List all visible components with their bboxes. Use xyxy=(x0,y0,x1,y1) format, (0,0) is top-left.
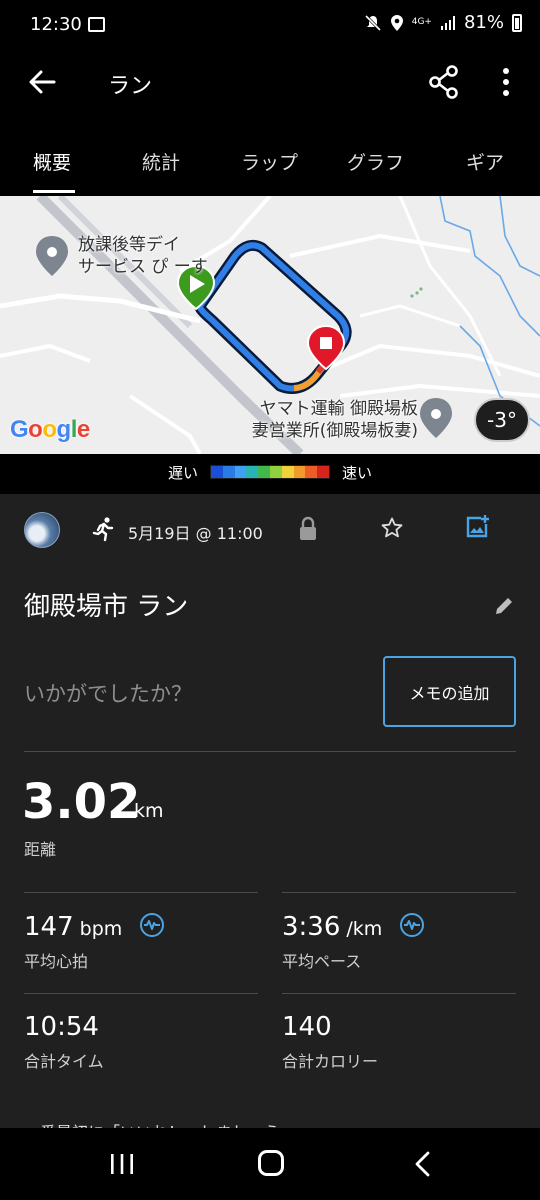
share-icon[interactable] xyxy=(424,64,464,100)
total-calories-stat[interactable]: 140 合計カロリー xyxy=(282,1012,378,1072)
temperature-badge: -3° xyxy=(474,398,530,442)
battery-icon xyxy=(512,13,522,32)
google-logo: Google xyxy=(10,416,90,443)
image-notification-icon xyxy=(88,17,105,32)
home-icon[interactable] xyxy=(258,1150,284,1176)
avg-heart-rate-stat[interactable]: 147 bpm 平均心拍 xyxy=(24,912,165,972)
tab-gear[interactable]: ギア xyxy=(466,148,504,175)
distance-label: 距離 xyxy=(24,840,57,859)
speed-color-scale xyxy=(210,465,330,479)
legend-slow-label: 遅い xyxy=(168,464,199,482)
divider xyxy=(282,892,516,893)
speed-legend: 遅い 速い xyxy=(0,454,540,494)
status-time: 12:30 xyxy=(30,14,82,35)
tab-graph[interactable]: グラフ xyxy=(347,148,404,175)
tab-bar: 概要 統計 ラップ グラフ ギア xyxy=(0,132,540,196)
page-title: ラン xyxy=(108,74,153,99)
speed-color-swatch xyxy=(305,466,318,478)
signal-icon xyxy=(440,15,455,30)
mute-icon xyxy=(364,14,381,31)
total-time-stat[interactable]: 10:54 合計タイム xyxy=(24,1012,104,1072)
distance-unit: km xyxy=(134,800,164,822)
back-arrow-icon[interactable] xyxy=(24,64,60,100)
speed-color-swatch xyxy=(269,466,282,478)
activity-title[interactable]: 御殿場市 ラン xyxy=(24,586,188,623)
activity-meta-row: 5月19日 @ 11:00 xyxy=(0,504,540,558)
recents-icon[interactable] xyxy=(108,1152,136,1176)
edit-pencil-icon[interactable] xyxy=(492,594,516,618)
star-icon[interactable] xyxy=(380,516,404,540)
add-photo-icon[interactable] xyxy=(464,514,490,540)
total-time-label: 合計タイム xyxy=(24,1052,104,1071)
total-calories-value: 140 xyxy=(282,1012,332,1042)
status-bar: 12:30 4G+ 81% xyxy=(0,0,540,52)
avg-hr-value: 147 xyxy=(24,912,74,942)
place-name-line1: 放課後等デイ xyxy=(78,235,180,255)
pace-zone-icon xyxy=(399,913,424,937)
heart-rate-icon xyxy=(139,913,164,937)
total-time-value: 10:54 xyxy=(24,1012,99,1042)
speed-color-swatch xyxy=(293,466,306,478)
location-icon xyxy=(390,14,403,31)
speed-color-swatch xyxy=(281,466,294,478)
speed-color-swatch xyxy=(222,466,235,478)
lock-icon[interactable] xyxy=(298,516,318,542)
status-icons: 4G+ 81% xyxy=(364,12,522,33)
divider xyxy=(24,751,516,752)
speed-color-swatch xyxy=(234,466,247,478)
place-name-line2: 妻営業所(御殿場板妻) xyxy=(251,421,418,441)
activity-summary: 5月19日 @ 11:00 御殿場市 ラン いかがでしたか？ メモの追加 3.0… xyxy=(0,494,540,1128)
speed-color-swatch xyxy=(317,466,329,478)
avg-pace-stat[interactable]: 3:36/km 平均ペース xyxy=(282,912,425,972)
place-name-line2: サービス ぴ ーす xyxy=(78,257,208,277)
total-calories-label: 合計カロリー xyxy=(282,1052,379,1071)
activity-date: 5月19日 @ 11:00 xyxy=(128,524,263,543)
app-bar: ラン xyxy=(0,52,540,114)
running-icon xyxy=(92,517,114,542)
avg-hr-label: 平均心拍 xyxy=(24,952,89,971)
place-name-line1: ヤマト運輸 御殿場板 xyxy=(259,399,418,419)
more-vert-icon[interactable] xyxy=(494,64,518,100)
speed-color-swatch xyxy=(211,466,223,478)
feeling-input[interactable]: いかがでしたか？ xyxy=(24,678,192,708)
tab-laps[interactable]: ラップ xyxy=(241,148,298,175)
avg-pace-label: 平均ペース xyxy=(282,952,362,971)
network-type: 4G+ xyxy=(411,17,432,27)
place-label-dayservice[interactable]: 放課後等デイ サービス ぴ ーす xyxy=(78,234,208,278)
active-tab-indicator xyxy=(33,190,75,193)
speed-color-swatch xyxy=(258,466,270,478)
divider xyxy=(24,993,258,994)
tab-stats[interactable]: 統計 xyxy=(142,148,180,175)
battery-percent: 81% xyxy=(463,12,504,33)
nav-back-icon[interactable] xyxy=(412,1150,432,1178)
avatar[interactable] xyxy=(24,512,60,548)
divider xyxy=(24,892,258,893)
divider xyxy=(282,993,516,994)
tab-overview[interactable]: 概要 xyxy=(33,148,71,175)
avg-hr-unit: bpm xyxy=(79,918,123,940)
place-label-yamato[interactable]: ヤマト運輸 御殿場板 妻営業所(御殿場板妻) xyxy=(222,398,418,442)
like-prompt-text: 一番最初に「いいね！」しましょう xyxy=(24,1120,280,1128)
system-nav-bar xyxy=(0,1128,540,1200)
avg-pace-value: 3:36 xyxy=(282,912,341,942)
legend-fast-label: 速い xyxy=(342,464,373,482)
add-memo-button[interactable]: メモの追加 xyxy=(383,656,516,727)
avg-pace-unit: /km xyxy=(346,918,383,940)
distance-value: 3.02 xyxy=(22,774,141,830)
speed-color-swatch xyxy=(246,466,259,478)
